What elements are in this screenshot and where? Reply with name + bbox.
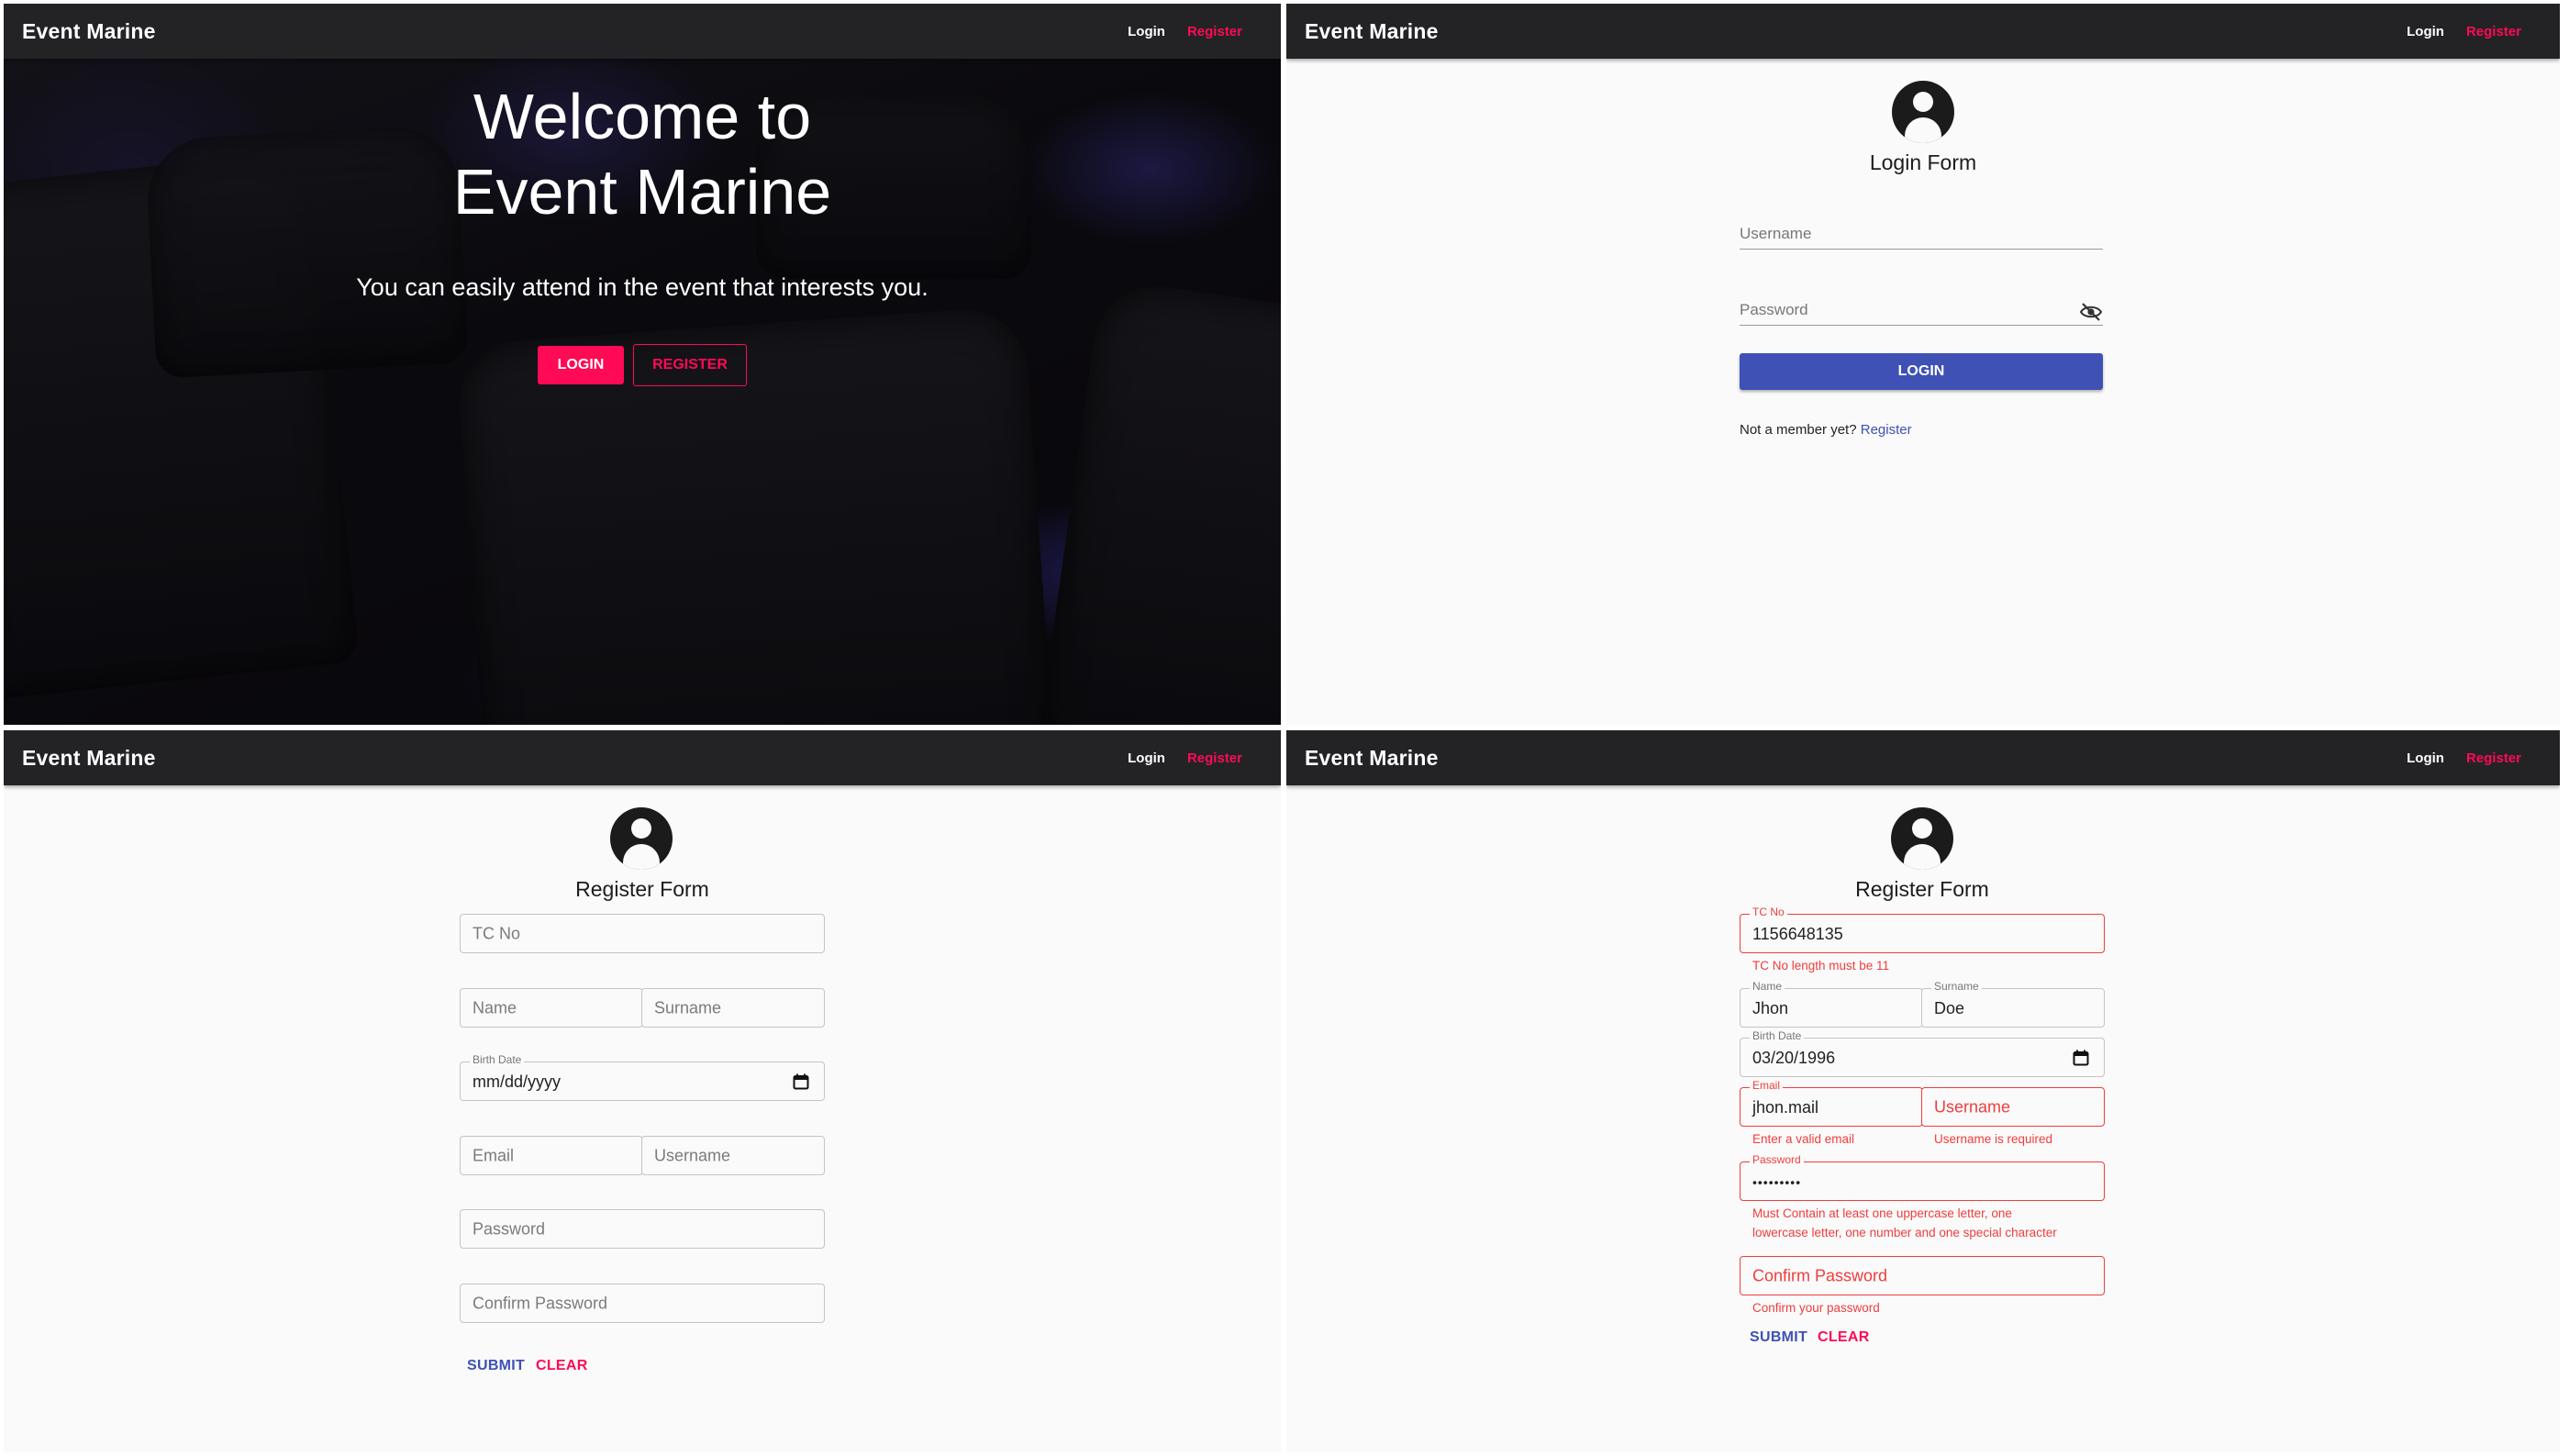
app-bar: Event Marine Login Register (1286, 730, 2560, 785)
surname-input[interactable]: Surname (641, 988, 825, 1028)
submit-button[interactable]: SUBMIT (467, 1358, 525, 1374)
hero-title-line2: Event Marine (452, 156, 832, 228)
register-empty-screen: Event Marine Login Register Register For… (4, 730, 1281, 1452)
username-placeholder: Username (1934, 1097, 2011, 1116)
nav-login-link[interactable]: Login (2407, 750, 2444, 766)
register-form-title: Register Form (1855, 877, 1989, 901)
tc-no-value: 1156648135 (1752, 924, 1843, 943)
visibility-off-icon[interactable] (2079, 303, 2103, 321)
password-field[interactable]: Password (1740, 286, 2103, 326)
name-value: Jhon (1752, 998, 1789, 1017)
tc-no-placeholder: TC No (473, 924, 521, 942)
nav-register-link[interactable]: Register (2466, 750, 2521, 766)
nav-register-link[interactable]: Register (2466, 24, 2521, 39)
email-error: Enter a valid email (1752, 1132, 1855, 1146)
home-screen: Event Marine Login Register Welcome to E… (4, 4, 1281, 725)
birth-date-input[interactable]: Birth Date mm/dd/yyyy (460, 1053, 825, 1101)
password-label: Password (1740, 301, 1808, 318)
username-input[interactable]: Username (641, 1136, 825, 1175)
account-circle-icon (1891, 807, 1953, 870)
login-button[interactable]: LOGIN (1740, 353, 2103, 390)
email-label: Email (1750, 1079, 1784, 1092)
clear-button[interactable]: CLEAR (1818, 1329, 1870, 1346)
email-value: jhon.mail (1752, 1097, 1819, 1117)
calendar-icon[interactable] (2073, 1050, 2089, 1066)
password-placeholder: Password (473, 1219, 546, 1238)
confirm-password-placeholder: Confirm Password (473, 1294, 608, 1312)
birth-date-label: Birth Date (470, 1053, 525, 1066)
nav-links: Login Register (1128, 24, 1242, 39)
brand-title[interactable]: Event Marine (22, 746, 156, 771)
nav-register-link[interactable]: Register (1187, 24, 1242, 39)
name-placeholder: Name (473, 998, 517, 1017)
nav-register-link[interactable]: Register (1187, 750, 1242, 766)
hero-register-button[interactable]: REGISTER (633, 344, 747, 386)
nav-links: Login Register (1128, 750, 1242, 766)
password-input[interactable]: Password (460, 1209, 825, 1249)
birth-date-label: Birth Date (1750, 1029, 1805, 1042)
app-bar: Event Marine Login Register (4, 730, 1281, 785)
birth-date-input[interactable]: Birth Date 03/20/1996 (1740, 1029, 2105, 1077)
tc-no-label: TC No (1750, 906, 1787, 918)
birth-date-value: 03/20/1996 (1752, 1048, 1836, 1067)
register-errors-screen: Event Marine Login Register Register For… (1286, 730, 2560, 1452)
tc-no-input[interactable]: TC No (460, 914, 825, 953)
account-circle-icon (1892, 81, 1954, 143)
brand-title[interactable]: Event Marine (1305, 746, 1439, 771)
name-input[interactable]: Name (460, 988, 643, 1028)
login-screen: Event Marine Login Register Login Form U… (1286, 4, 2560, 725)
username-label: Username (1740, 225, 1812, 242)
password-label: Password (1750, 1153, 1804, 1166)
email-input[interactable]: Email (460, 1136, 643, 1175)
login-form-title: Login Form (1869, 150, 1977, 174)
password-error: Must Contain at least one uppercase lett… (1752, 1204, 2057, 1242)
name-input[interactable]: Name Jhon (1740, 980, 1923, 1028)
brand-title[interactable]: Event Marine (1305, 19, 1439, 44)
confirm-password-input[interactable]: Confirm Password (1740, 1256, 2105, 1295)
confirm-password-input[interactable]: Confirm Password (460, 1284, 825, 1323)
hero-content: Welcome to Event Marine You can easily a… (4, 79, 1281, 386)
tc-no-input[interactable]: TC No 1156648135 (1740, 906, 2105, 953)
password-input[interactable]: Password ••••••••• (1740, 1153, 2105, 1201)
nav-login-link[interactable]: Login (1128, 750, 1165, 766)
surname-placeholder: Surname (654, 998, 722, 1017)
password-error-line2: lowercase letter, one number and one spe… (1752, 1226, 2057, 1239)
username-error: Username is required (1934, 1132, 2053, 1146)
birth-date-value: mm/dd/yyyy (473, 1072, 562, 1091)
email-placeholder: Email (473, 1146, 515, 1164)
nav-login-link[interactable]: Login (2407, 24, 2444, 39)
hero-login-button[interactable]: LOGIN (538, 346, 624, 384)
tc-no-error: TC No length must be 11 (1752, 959, 1890, 973)
username-placeholder: Username (654, 1146, 731, 1164)
submit-button[interactable]: SUBMIT (1750, 1329, 1807, 1346)
username-input[interactable]: Username (1921, 1087, 2105, 1127)
password-value: ••••••••• (1752, 1173, 1802, 1189)
brand-title[interactable]: Event Marine (22, 19, 156, 44)
register-prompt: Not a member yet? Register (1740, 422, 1912, 438)
confirm-password-error: Confirm your password (1752, 1301, 1880, 1315)
surname-input[interactable]: Surname Doe (1921, 980, 2105, 1028)
nav-links: Login Register (2407, 24, 2521, 39)
account-circle-icon (610, 807, 673, 870)
app-bar: Event Marine Login Register (4, 4, 1281, 59)
hero-buttons: LOGIN REGISTER (4, 344, 1281, 386)
surname-value: Doe (1934, 998, 1965, 1017)
app-bar: Event Marine Login Register (1286, 4, 2560, 59)
confirm-password-placeholder: Confirm Password (1752, 1266, 1888, 1284)
member-text: Not a member yet? (1740, 422, 1857, 438)
nav-login-link[interactable]: Login (1128, 24, 1165, 39)
calendar-icon[interactable] (793, 1073, 809, 1090)
register-link[interactable]: Register (1861, 422, 1912, 438)
email-input[interactable]: Email jhon.mail (1740, 1079, 1923, 1127)
clear-button[interactable]: CLEAR (536, 1358, 588, 1374)
surname-label: Surname (1931, 980, 1982, 993)
name-label: Name (1750, 980, 1785, 993)
password-error-line1: Must Contain at least one uppercase lett… (1752, 1206, 2012, 1220)
nav-links: Login Register (2407, 750, 2521, 766)
hero-title-line1: Welcome to (473, 81, 812, 152)
username-field[interactable]: Username (1740, 211, 2103, 250)
hero-subtitle: You can easily attend in the event that … (356, 273, 929, 301)
register-form-title: Register Form (575, 877, 709, 901)
